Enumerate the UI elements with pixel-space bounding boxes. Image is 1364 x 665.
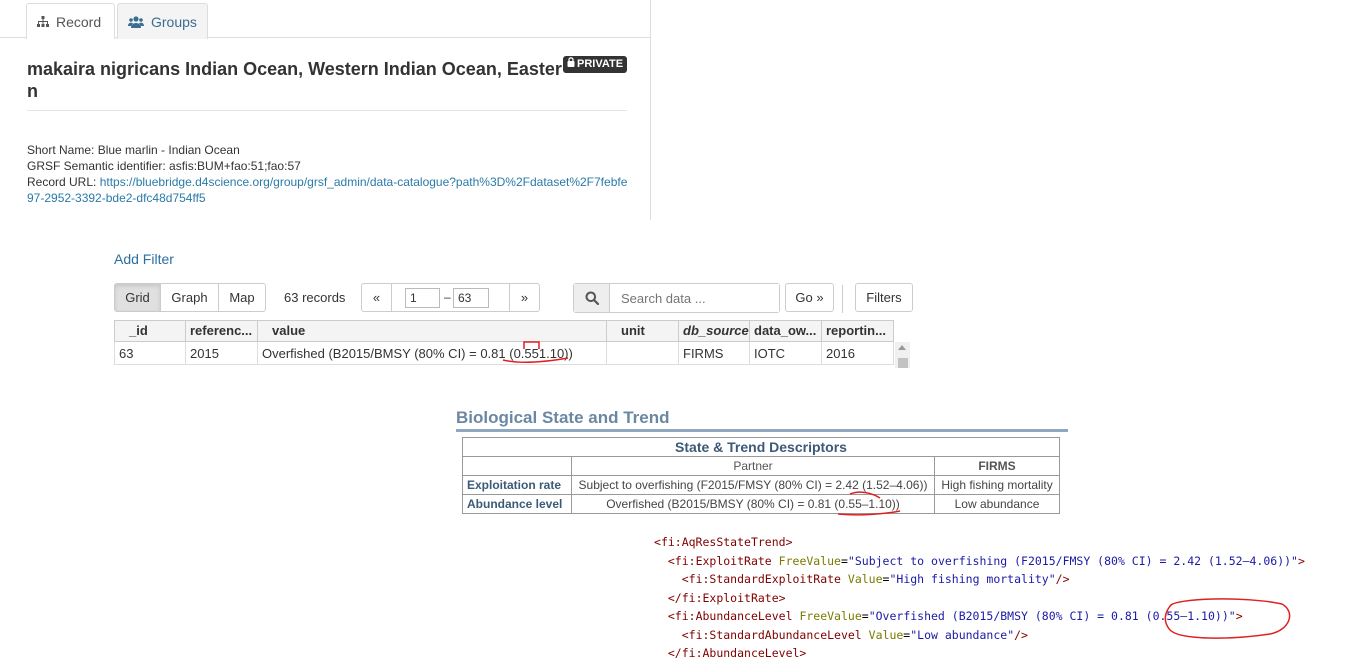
record-url-label: Record URL: bbox=[27, 175, 100, 189]
filters-button[interactable]: Filters bbox=[855, 283, 913, 312]
private-badge: PRIVATE bbox=[563, 56, 628, 73]
record-panel: Record Groups makaira nigricans Indian O… bbox=[0, 0, 651, 220]
sitemap-icon bbox=[37, 16, 49, 27]
record-url-line: Record URL: https://bluebridge.d4science… bbox=[27, 174, 632, 206]
grid-view-button[interactable]: Grid bbox=[114, 283, 161, 312]
xml-line: <fi:AqResStateTrend> bbox=[654, 535, 793, 549]
bio-section-title: Biological State and Trend bbox=[456, 408, 670, 427]
xml-line: <fi:AbundanceLevel FreeValue="Overfished… bbox=[667, 609, 1243, 623]
go-button[interactable]: Go » bbox=[785, 283, 834, 312]
tab-record[interactable]: Record bbox=[26, 3, 115, 39]
pager-prev-button[interactable]: « bbox=[362, 284, 392, 311]
lock-icon bbox=[567, 56, 575, 73]
abundance-partner-value: Overfished (B2015/BMSY (80% CI) = 0.81 (… bbox=[571, 494, 935, 514]
table-cell[interactable]: IOTC bbox=[750, 342, 822, 365]
highlighted-interval: (0.55–1.10) bbox=[1145, 609, 1222, 623]
table-cell[interactable]: 63 bbox=[114, 342, 186, 365]
xml-line: <fi:StandardExploitRate Value="High fish… bbox=[681, 572, 1070, 586]
row-label-abundance: Abundance level bbox=[462, 494, 572, 514]
toolbar-separator bbox=[842, 285, 843, 313]
record-url-link[interactable]: https://bluebridge.d4science.org/group/g… bbox=[27, 175, 627, 205]
tab-record-label: Record bbox=[56, 13, 102, 30]
bio-section-rule bbox=[456, 429, 1068, 432]
grid-scrollbar[interactable] bbox=[895, 342, 910, 368]
column-header-partner: Partner bbox=[571, 456, 935, 476]
scroll-thumb[interactable] bbox=[898, 358, 908, 368]
divider bbox=[27, 110, 627, 111]
exploitation-partner-value: Subject to overfishing (F2015/FMSY (80% … bbox=[571, 475, 935, 495]
graph-view-button[interactable]: Graph bbox=[160, 283, 219, 312]
scroll-up-icon[interactable] bbox=[898, 345, 906, 350]
record-metadata: Short Name: Blue marlin - Indian Ocean G… bbox=[27, 142, 632, 206]
row-label-exploitation: Exploitation rate bbox=[462, 475, 572, 495]
abundance-firms-value: Low abundance bbox=[934, 494, 1060, 514]
tab-groups[interactable]: Groups bbox=[117, 3, 208, 39]
table-cell[interactable]: 2015 bbox=[186, 342, 258, 365]
column-header-value[interactable]: value bbox=[258, 320, 607, 342]
column-header-id[interactable]: _id bbox=[114, 320, 186, 342]
xml-line: </fi:ExploitRate> bbox=[667, 590, 786, 605]
record-tabs: Record Groups bbox=[0, 0, 650, 39]
pager: « – » bbox=[361, 283, 540, 312]
add-filter-link[interactable]: Add Filter bbox=[114, 251, 174, 267]
records-count: 63 records bbox=[284, 290, 346, 305]
pager-dash: – bbox=[444, 290, 451, 304]
empty-header-cell bbox=[462, 456, 572, 476]
table-cell[interactable]: Overfished (B2015/BMSY (80% CI) = 0.81 (… bbox=[258, 342, 607, 365]
table-cell[interactable]: FIRMS bbox=[679, 342, 750, 365]
xml-line: </fi:AbundanceLevel> bbox=[667, 646, 807, 660]
column-header-data-owner[interactable]: data_ow... bbox=[750, 320, 822, 342]
table-caption: State & Trend Descriptors bbox=[462, 437, 1060, 457]
pager-next-button[interactable]: » bbox=[509, 284, 539, 311]
map-view-button[interactable]: Map bbox=[218, 283, 266, 312]
column-header-reporting[interactable]: reportin... bbox=[822, 320, 894, 342]
search-icon bbox=[574, 284, 610, 312]
table-cell[interactable] bbox=[607, 342, 679, 365]
users-icon bbox=[128, 15, 144, 28]
table-cell[interactable]: 2016 bbox=[822, 342, 894, 365]
search-input[interactable] bbox=[611, 284, 779, 312]
pager-to-input[interactable] bbox=[453, 288, 489, 308]
state-trend-table: State & Trend Descriptors Partner FIRMS … bbox=[462, 437, 1060, 514]
tab-groups-label: Groups bbox=[151, 13, 197, 30]
column-header-firms: FIRMS bbox=[934, 456, 1060, 476]
short-name: Short Name: Blue marlin - Indian Ocean bbox=[27, 143, 240, 157]
data-grid: _id referenc... value unit db_source dat… bbox=[114, 320, 914, 368]
semantic-identifier: GRSF Semantic identifier: asfis:BUM+fao:… bbox=[27, 159, 301, 173]
private-badge-label: PRIVATE bbox=[577, 58, 624, 70]
column-header-reference[interactable]: referenc... bbox=[186, 320, 258, 342]
xml-line: <fi:StandardAbundanceLevel Value="Low ab… bbox=[681, 627, 1028, 642]
exploitation-firms-value: High fishing mortality bbox=[934, 475, 1060, 495]
column-header-db-source[interactable]: db_source bbox=[679, 320, 750, 342]
column-header-unit[interactable]: unit bbox=[607, 320, 679, 342]
page-title: makaira nigricans Indian Ocean, Western … bbox=[27, 59, 562, 101]
pager-from-input[interactable] bbox=[405, 288, 440, 308]
xml-line: <fi:ExploitRate FreeValue="Subject to ov… bbox=[667, 553, 1305, 568]
xml-snippet: <fi:AqResStateTrend> <fi:ExploitRate Fre… bbox=[654, 533, 1305, 663]
search-group bbox=[573, 283, 780, 313]
